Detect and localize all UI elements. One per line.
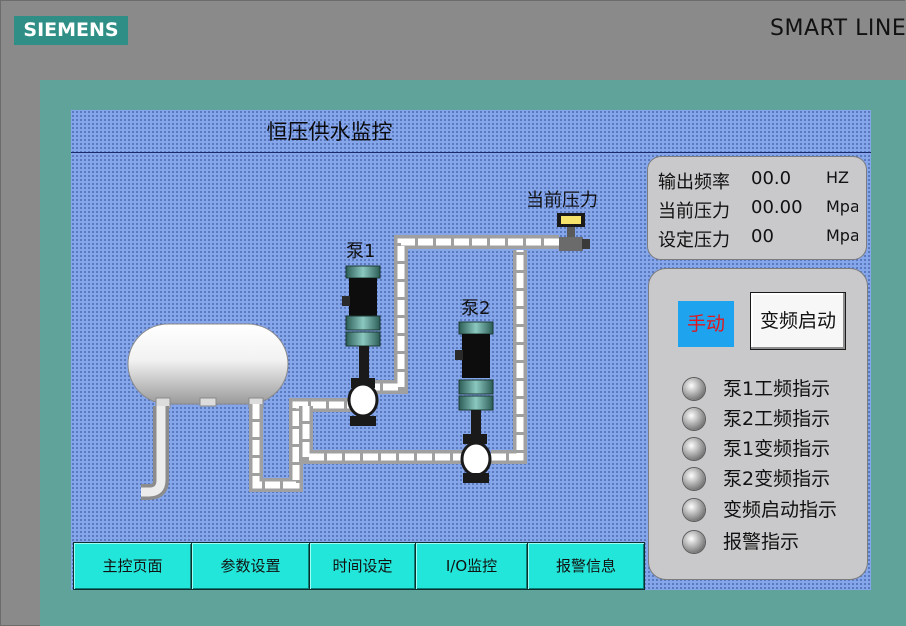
indicator-lamp-icon <box>683 408 705 430</box>
indicator-label: 报警指示 <box>723 531 800 553</box>
indicator-lamp-icon <box>683 531 705 553</box>
indicator-lamp-icon <box>683 499 705 521</box>
indicator-label: 泵2工频指示 <box>723 408 831 430</box>
pump-1-label: 泵1 <box>346 241 376 262</box>
control-panel: 手动 变频启动 泵1工频指示 泵2工频指示 泵1变频指示 泵2变频指示 变频启动… <box>648 268 868 580</box>
nav-time-settings[interactable]: 时间设定 <box>309 542 416 590</box>
pressure-gauge-label: 当前压力 <box>526 190 598 211</box>
indicator-alarm: 报警指示 <box>683 529 871 555</box>
set-pressure-value: 00 <box>751 226 774 247</box>
current-pressure-unit: Mpa <box>826 197 858 216</box>
indicator-vf-start: 变频启动指示 <box>683 497 871 523</box>
water-tank <box>127 323 289 409</box>
manual-mode-button[interactable]: 手动 <box>678 301 734 347</box>
pump-1-icon <box>342 265 381 426</box>
nav-alarm-info[interactable]: 报警信息 <box>527 542 645 590</box>
hmi-screen: 恒压供水监控 当前压力 泵1 泵2 输出频率 00.0 HZ 当前压力 00.0… <box>71 110 871 590</box>
status-readout-panel: 输出频率 00.0 HZ 当前压力 00.00 Mpa 设定压力 00 Mpa <box>647 156 867 260</box>
siemens-logo: SIEMENS <box>14 16 128 45</box>
current-pressure-label: 当前压力 <box>658 201 730 222</box>
indicator-label: 变频启动指示 <box>723 499 838 521</box>
set-pressure-unit: Mpa <box>826 226 858 245</box>
indicator-pump1-line-freq: 泵1工频指示 <box>683 376 871 402</box>
indicator-lamp-icon <box>683 438 705 460</box>
output-frequency-label: 输出频率 <box>658 172 730 193</box>
indicator-lamp-icon <box>683 378 705 400</box>
indicator-lamp-icon <box>683 468 705 490</box>
nav-main-control[interactable]: 主控页面 <box>73 542 192 590</box>
current-pressure-value: 00.00 <box>751 197 803 218</box>
output-frequency-unit: HZ <box>826 168 849 187</box>
set-pressure-label: 设定压力 <box>658 230 730 251</box>
device-title: SMART LINE <box>770 16 906 41</box>
tank-drain-pipe <box>141 406 169 500</box>
vf-start-button[interactable]: 变频启动 <box>750 292 846 350</box>
indicator-pump2-line-freq: 泵2工频指示 <box>683 406 871 432</box>
indicator-label: 泵1变频指示 <box>723 438 831 460</box>
pressure-sensor-icon <box>557 213 590 251</box>
nav-parameter-settings[interactable]: 参数设置 <box>191 542 310 590</box>
pipe-network <box>249 235 559 492</box>
nav-io-monitor[interactable]: I/O监控 <box>415 542 528 590</box>
output-frequency-value: 00.0 <box>751 168 792 189</box>
indicator-pump1-vf: 泵1变频指示 <box>683 436 871 462</box>
pump-2-label: 泵2 <box>461 298 491 319</box>
indicator-pump2-vf: 泵2变频指示 <box>683 466 871 492</box>
indicator-label: 泵2变频指示 <box>723 468 831 490</box>
bottom-nav: 主控页面 参数设置 时间设定 I/O监控 报警信息 <box>73 542 645 590</box>
pump-2-icon <box>455 321 494 483</box>
indicator-label: 泵1工频指示 <box>723 378 831 400</box>
